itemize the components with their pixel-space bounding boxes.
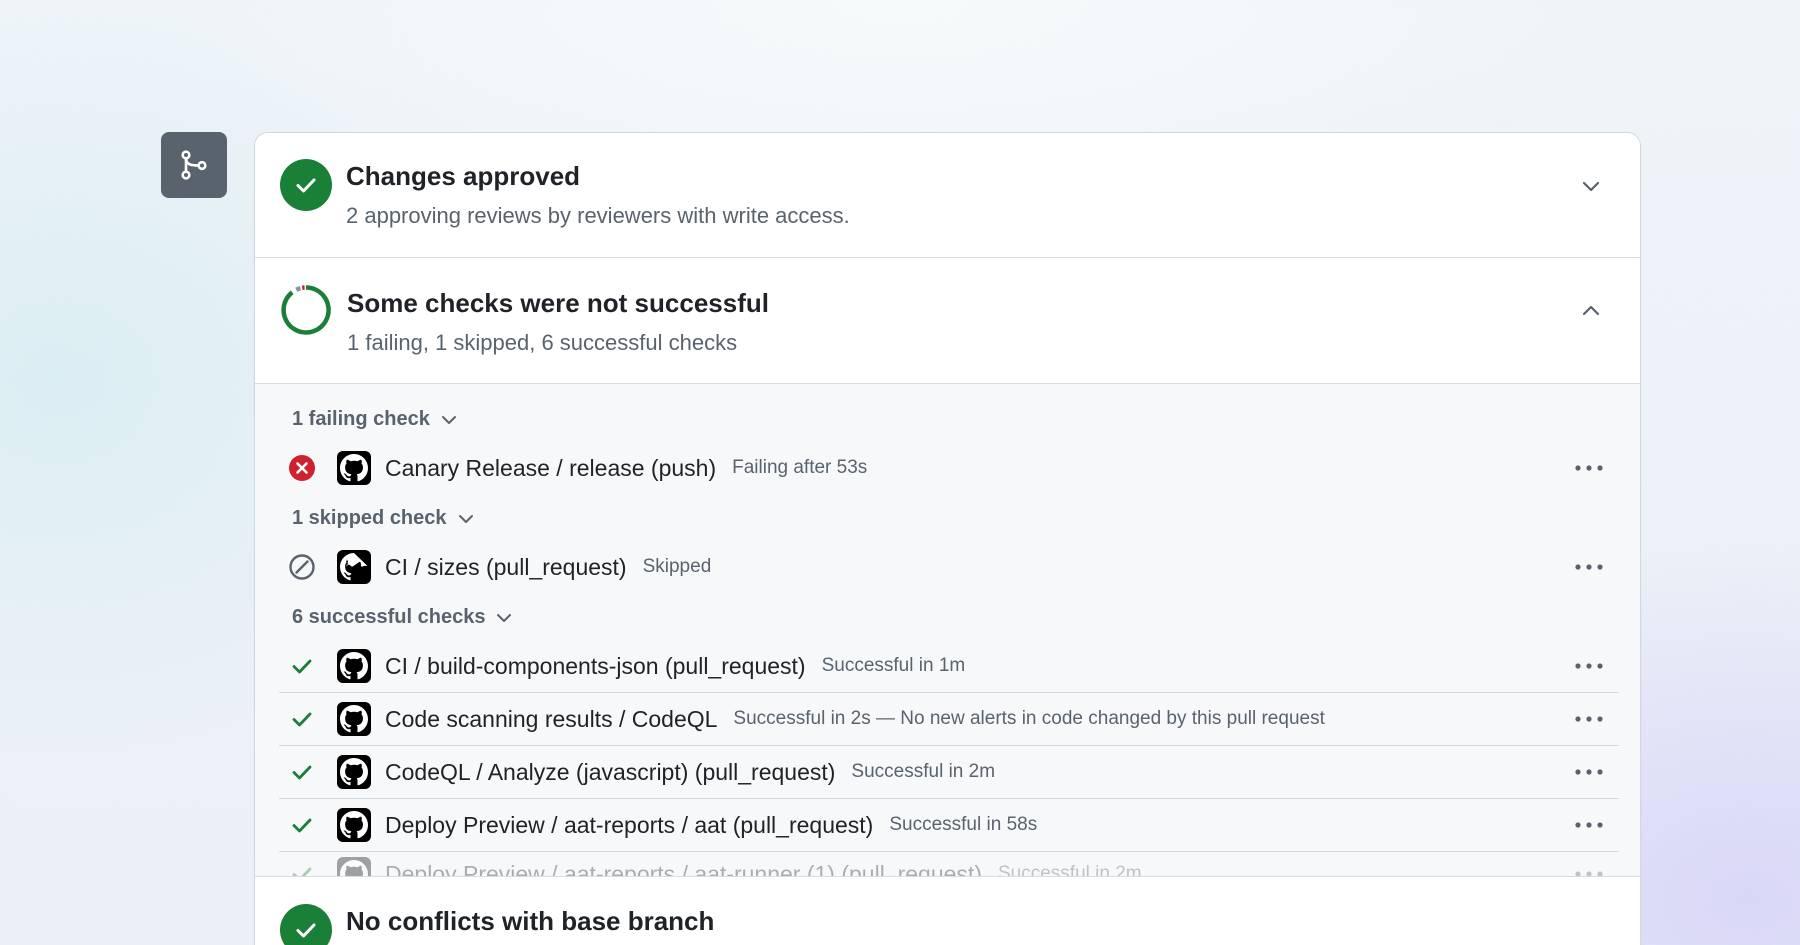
- github-logo-icon: [337, 550, 371, 584]
- group-successful-label: 6 successful checks: [292, 606, 486, 628]
- more-options-button[interactable]: [1569, 453, 1609, 483]
- github-logo-icon: [337, 808, 371, 842]
- more-options-button[interactable]: [1569, 810, 1609, 840]
- checks-toggle-button[interactable]: [1578, 298, 1604, 324]
- check-status-text: Failing after 53s: [732, 457, 868, 478]
- reviews-section: Changes approved 2 approving reviews by …: [255, 133, 1640, 258]
- check-name[interactable]: CI / sizes (pull_request): [385, 554, 627, 581]
- check-name[interactable]: CI / build-components-json (pull_request…: [385, 653, 806, 680]
- check-row[interactable]: CI / sizes (pull_request) Skipped: [279, 541, 1619, 593]
- chevron-down-icon: [458, 514, 473, 523]
- check-circle-icon: [279, 903, 333, 945]
- kebab-horizontal-icon: [1575, 564, 1603, 570]
- check-icon: [287, 859, 317, 876]
- check-status-text: Successful in 2m: [997, 863, 1142, 877]
- check-name[interactable]: Canary Release / release (push): [385, 455, 716, 482]
- check-name[interactable]: CodeQL / Analyze (javascript) (pull_requ…: [385, 759, 835, 786]
- check-row[interactable]: Deploy Preview / aat-reports / aat (pull…: [279, 799, 1619, 852]
- conflicts-section: No conflicts with base branch: [255, 877, 1640, 945]
- git-branch-badge: [161, 132, 227, 198]
- kebab-horizontal-icon: [1575, 465, 1603, 471]
- check-name[interactable]: Code scanning results / CodeQL: [385, 706, 717, 733]
- github-logo-icon: [337, 702, 371, 736]
- kebab-horizontal-icon: [1575, 716, 1603, 722]
- check-status-text: Successful in 2s — No new alerts in code…: [733, 708, 1325, 729]
- check-status-text: Successful in 2m: [851, 761, 996, 782]
- group-successful-toggle[interactable]: 6 successful checks: [292, 606, 513, 629]
- progress-ring-icon: [279, 283, 333, 337]
- check-row[interactable]: CI / build-components-json (pull_request…: [279, 640, 1619, 693]
- checks-title: Some checks were not successful: [347, 288, 769, 318]
- reviews-title: Changes approved: [346, 161, 581, 191]
- check-status-text: Skipped: [642, 556, 712, 577]
- conflicts-title: No conflicts with base branch: [346, 906, 715, 936]
- check-icon: [287, 651, 317, 681]
- reviews-toggle-button[interactable]: [1578, 173, 1604, 199]
- github-logo-icon: [337, 649, 371, 683]
- kebab-horizontal-icon: [1575, 822, 1603, 828]
- kebab-horizontal-icon: [1575, 871, 1603, 876]
- group-failing-toggle[interactable]: 1 failing check: [292, 408, 458, 431]
- checks-list: 1 failing check Canary Release / release…: [255, 384, 1640, 877]
- kebab-horizontal-icon: [1575, 769, 1603, 775]
- github-logo-icon: [337, 857, 371, 876]
- more-options-button[interactable]: [1569, 651, 1609, 681]
- chevron-up-icon: [1582, 305, 1600, 316]
- github-logo-icon: [337, 451, 371, 485]
- check-icon: [287, 704, 317, 734]
- more-options-button[interactable]: [1569, 552, 1609, 582]
- check-circle-icon: [279, 158, 333, 212]
- check-icon: [287, 810, 317, 840]
- merge-box: Changes approved 2 approving reviews by …: [254, 132, 1641, 945]
- kebab-horizontal-icon: [1575, 663, 1603, 669]
- check-icon: [287, 757, 317, 787]
- github-logo-icon: [337, 755, 371, 789]
- checks-section-header: Some checks were not successful 1 failin…: [255, 258, 1640, 384]
- group-failing-label: 1 failing check: [292, 408, 430, 430]
- group-skipped-toggle[interactable]: 1 skipped check: [292, 507, 475, 530]
- check-row[interactable]: Deploy Preview / aat-reports / aat-runne…: [279, 848, 1619, 877]
- more-options-button[interactable]: [1569, 704, 1609, 734]
- more-options-button[interactable]: [1569, 859, 1609, 876]
- group-skipped-label: 1 skipped check: [292, 507, 447, 529]
- check-row[interactable]: Canary Release / release (push) Failing …: [279, 442, 1619, 494]
- x-circle-icon: [287, 453, 317, 483]
- chevron-down-icon: [497, 613, 512, 622]
- check-status-text: Successful in 58s: [889, 814, 1038, 835]
- skip-icon: [287, 552, 317, 582]
- check-row[interactable]: CodeQL / Analyze (javascript) (pull_requ…: [279, 746, 1619, 799]
- chevron-down-icon: [1582, 181, 1600, 192]
- more-options-button[interactable]: [1569, 757, 1609, 787]
- git-branch-icon: [181, 150, 207, 180]
- check-name[interactable]: Deploy Preview / aat-reports / aat (pull…: [385, 812, 873, 839]
- checks-subtitle: 1 failing, 1 skipped, 6 successful check…: [347, 330, 738, 355]
- check-name[interactable]: Deploy Preview / aat-reports / aat-runne…: [385, 861, 982, 877]
- check-status-text: Successful in 1m: [821, 655, 966, 676]
- reviews-subtitle: 2 approving reviews by reviewers with wr…: [346, 203, 850, 228]
- chevron-down-icon: [441, 415, 456, 424]
- check-row[interactable]: Code scanning results / CodeQL Successfu…: [279, 693, 1619, 746]
